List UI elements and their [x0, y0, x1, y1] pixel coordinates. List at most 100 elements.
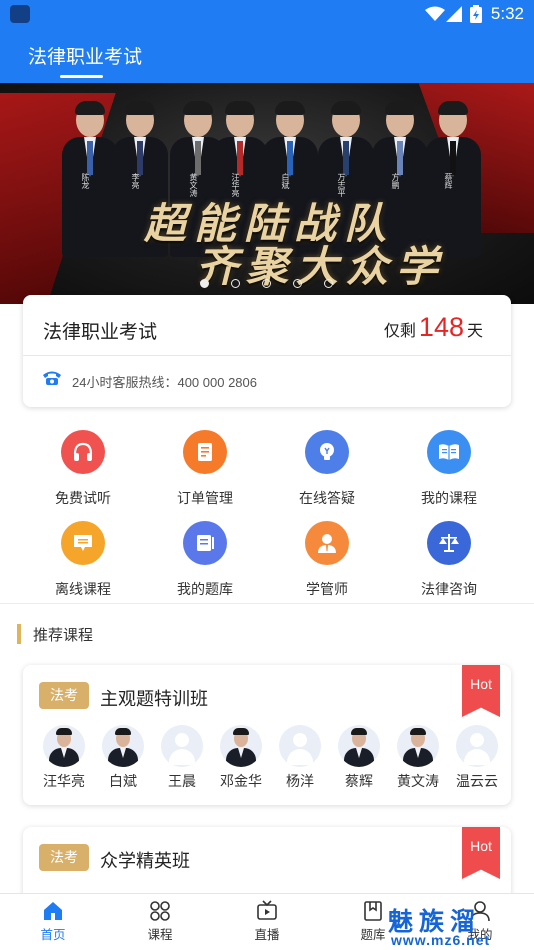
battery-icon — [470, 5, 482, 23]
teacher-avatar — [338, 725, 380, 767]
card-divider — [23, 355, 511, 356]
status-bar: 5:32 — [0, 0, 534, 28]
menu-my-courses[interactable]: 我的课程 — [399, 430, 499, 508]
tab-courses[interactable]: 课程 — [125, 900, 195, 943]
menu-legal-consult[interactable]: 法律咨询 — [399, 521, 499, 599]
notification-app-icon — [10, 5, 30, 23]
teacher-name: 黄文涛 — [397, 773, 439, 789]
bank-icon — [364, 901, 382, 921]
title-underline — [60, 75, 103, 78]
home-icon — [44, 902, 62, 920]
order-icon — [183, 430, 227, 474]
app-header: 5:32 法律职业考试 — [0, 0, 534, 83]
avatar-placeholder-icon — [279, 725, 321, 767]
menu-tutor[interactable]: 学管师 — [277, 521, 377, 599]
banner-teacher-name: 白斌 — [281, 173, 290, 189]
teacher-name: 白斌 — [109, 773, 137, 789]
status-time: 5:32 — [490, 4, 524, 23]
course-name: 众学精英班 — [100, 851, 190, 871]
book-icon — [427, 430, 471, 474]
teacher-name: 王晨 — [168, 773, 196, 789]
banner-carousel[interactable]: 陈龙 李亮 黄文涛 汪华亮 白斌 万志平 方鹏 蔡辉 超能陆战队 齐聚大众学 — [0, 83, 534, 304]
banner-teacher-figure: 陈龙 — [62, 101, 118, 283]
teacher-avatar — [220, 725, 262, 767]
page-title[interactable]: 法律职业考试 — [28, 42, 142, 69]
banner-teacher-name: 方鹏 — [391, 173, 400, 189]
teacher-avatar — [43, 725, 85, 767]
remain-days: 仅剩 148 天 — [384, 312, 483, 343]
menu-label: 免费试听 — [55, 490, 111, 506]
tab-live[interactable]: 直播 — [232, 900, 302, 943]
tab-label: 首页 — [40, 928, 66, 942]
hotline-text[interactable]: 24小时客服热线：400 000 2806 — [72, 372, 257, 391]
cell-signal-icon — [446, 6, 462, 22]
menu-label: 我的课程 — [421, 490, 477, 506]
banner-teacher-name: 陈龙 — [81, 173, 90, 189]
teacher-item[interactable]: 杨洋 — [273, 725, 327, 791]
hot-badge: Hot — [462, 665, 500, 717]
menu-label: 学管师 — [306, 581, 348, 597]
course-tag: 法考 — [39, 682, 89, 709]
section-title: 推荐课程 — [33, 626, 94, 644]
recommended-section-header: 推荐课程 — [17, 624, 93, 644]
menu-label: 在线答疑 — [299, 490, 355, 506]
carousel-dot[interactable] — [200, 279, 209, 288]
avatar-placeholder-icon — [456, 725, 498, 767]
menu-offline-courses[interactable]: 离线课程 — [33, 521, 133, 599]
phone-icon — [43, 371, 61, 385]
carousel-dot[interactable] — [262, 279, 271, 288]
teacher-name: 杨洋 — [286, 773, 314, 789]
feature-grid: 免费试听 订单管理 在线答疑 我的课程 离线课程 我的题库 学管师 法律咨询 — [0, 420, 534, 600]
banner-teacher-name: 李亮 — [131, 173, 140, 189]
course-name: 主观题特训班 — [100, 689, 208, 709]
menu-free-trial[interactable]: 免费试听 — [33, 430, 133, 508]
teacher-item[interactable]: 白斌 — [96, 725, 150, 791]
teacher-name: 邓金华 — [220, 773, 262, 789]
teacher-avatar — [102, 725, 144, 767]
watermark: 魅族溜 www.mz6.net — [388, 902, 489, 948]
watermark-url: www.mz6.net — [391, 932, 491, 948]
teacher-item[interactable]: 王晨 — [155, 725, 209, 791]
carousel-dot[interactable] — [324, 279, 333, 288]
teacher-item[interactable]: 蔡辉 — [332, 725, 386, 791]
teacher-name: 蔡辉 — [345, 773, 373, 789]
teacher-item[interactable]: 温云云 — [450, 725, 504, 791]
menu-order-management[interactable]: 订单管理 — [155, 430, 255, 508]
carousel-dot[interactable] — [231, 279, 240, 288]
teacher-item[interactable]: 黄文涛 — [391, 725, 445, 791]
teacher-name: 汪华亮 — [43, 773, 85, 789]
course-card[interactable]: 法考 主观题特训班 Hot 汪华亮 白斌 王晨 邓金华 杨洋 蔡辉 黄文涛 温云云 — [23, 665, 511, 805]
section-accent-bar — [17, 624, 21, 644]
menu-label: 我的题库 — [177, 581, 233, 597]
scales-icon — [427, 521, 471, 565]
exam-title: 法律职业考试 — [43, 322, 158, 343]
tutor-icon — [305, 521, 349, 565]
tab-home[interactable]: 首页 — [18, 900, 88, 943]
headphones-icon — [61, 430, 105, 474]
menu-online-qa[interactable]: 在线答疑 — [277, 430, 377, 508]
teacher-item[interactable]: 邓金华 — [214, 725, 268, 791]
avatar-placeholder-icon — [161, 725, 203, 767]
teacher-name: 温云云 — [456, 773, 498, 789]
banner-teacher-name: 蔡辉 — [444, 173, 453, 189]
course-tag: 法考 — [39, 844, 89, 871]
menu-label: 订单管理 — [177, 490, 233, 506]
section-divider — [0, 603, 534, 604]
lightbulb-icon — [305, 430, 349, 474]
tab-label: 直播 — [254, 928, 280, 942]
remain-prefix: 仅剩 — [383, 323, 416, 340]
menu-question-bank[interactable]: 我的题库 — [155, 521, 255, 599]
remain-days-number: 148 — [418, 312, 464, 342]
question-bank-icon — [183, 521, 227, 565]
teacher-list: 汪华亮 白斌 王晨 邓金华 杨洋 蔡辉 黄文涛 温云云 — [37, 725, 507, 795]
teacher-item[interactable]: 汪华亮 — [37, 725, 91, 791]
remain-suffix: 天 — [466, 323, 483, 340]
teacher-avatar — [397, 725, 439, 767]
menu-label: 法律咨询 — [421, 581, 477, 597]
tab-label: 课程 — [147, 928, 173, 942]
download-icon — [61, 521, 105, 565]
carousel-dot[interactable] — [293, 279, 302, 288]
hot-badge: Hot — [462, 827, 500, 879]
wifi-icon — [425, 6, 445, 21]
exam-countdown-card[interactable]: 法律职业考试 仅剩 148 天 24小时客服热线：400 000 2806 — [23, 295, 511, 407]
